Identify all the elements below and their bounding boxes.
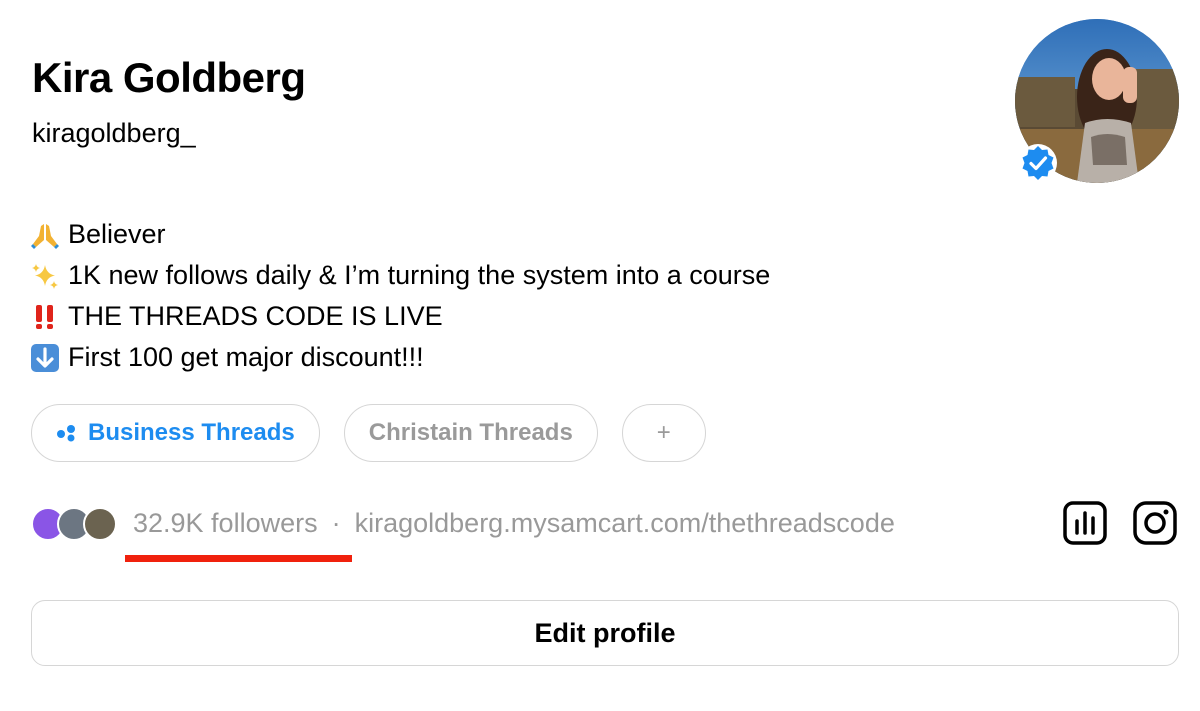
tag-label: Business Threads (88, 419, 295, 446)
instagram-icon[interactable] (1133, 501, 1177, 545)
topic-tags: Business Threads Christain Threads + (31, 404, 706, 462)
bio-line-text: 1K new follows daily & I’m turning the s… (68, 260, 771, 290)
followers-count[interactable]: 32.9K followers (133, 508, 318, 539)
follower-avatar (83, 507, 117, 541)
tag-label: Christain Threads (368, 419, 573, 446)
bio-line-text: First 100 get major discount!!! (68, 342, 424, 372)
bio-line: THE THREADS CODE IS LIVE (30, 296, 770, 337)
follower-avatars[interactable] (31, 506, 121, 541)
profile-name: Kira Goldberg (32, 54, 306, 101)
bio-line: 1K new follows daily & I’m turning the s… (30, 255, 770, 296)
tag-business-threads[interactable]: Business Threads (31, 404, 320, 462)
annotation-underline (125, 555, 352, 562)
profile-bio: Believer 1K new follows daily & I’m turn… (30, 214, 770, 378)
plus-icon: + (656, 419, 671, 446)
folded-hands-emoji-icon (31, 223, 59, 249)
insights-icon[interactable] (1063, 501, 1107, 545)
add-tag-button[interactable]: + (621, 404, 706, 462)
verified-badge-icon (1019, 144, 1057, 182)
profile-handle: kiragoldberg_ (32, 118, 196, 148)
separator-dot: · (331, 507, 341, 538)
bio-line-text: Believer (68, 219, 166, 249)
profile-stats: 32.9K followers · kiragoldberg.mysamcart… (31, 505, 895, 541)
bio-line: First 100 get major discount!!! (30, 337, 770, 378)
dots-icon (57, 425, 75, 442)
edit-profile-button[interactable]: Edit profile (31, 600, 1179, 666)
sparkles-emoji-icon (32, 263, 58, 289)
profile-link[interactable]: kiragoldberg.mysamcart.com/thethreadscod… (355, 508, 895, 539)
bio-line-text: THE THREADS CODE IS LIVE (68, 301, 443, 331)
double-exclamation-emoji-icon (36, 304, 53, 329)
down-arrow-emoji-icon (31, 343, 59, 372)
tag-christain-threads[interactable]: Christain Threads (343, 404, 598, 462)
bio-line: Believer (30, 214, 770, 255)
